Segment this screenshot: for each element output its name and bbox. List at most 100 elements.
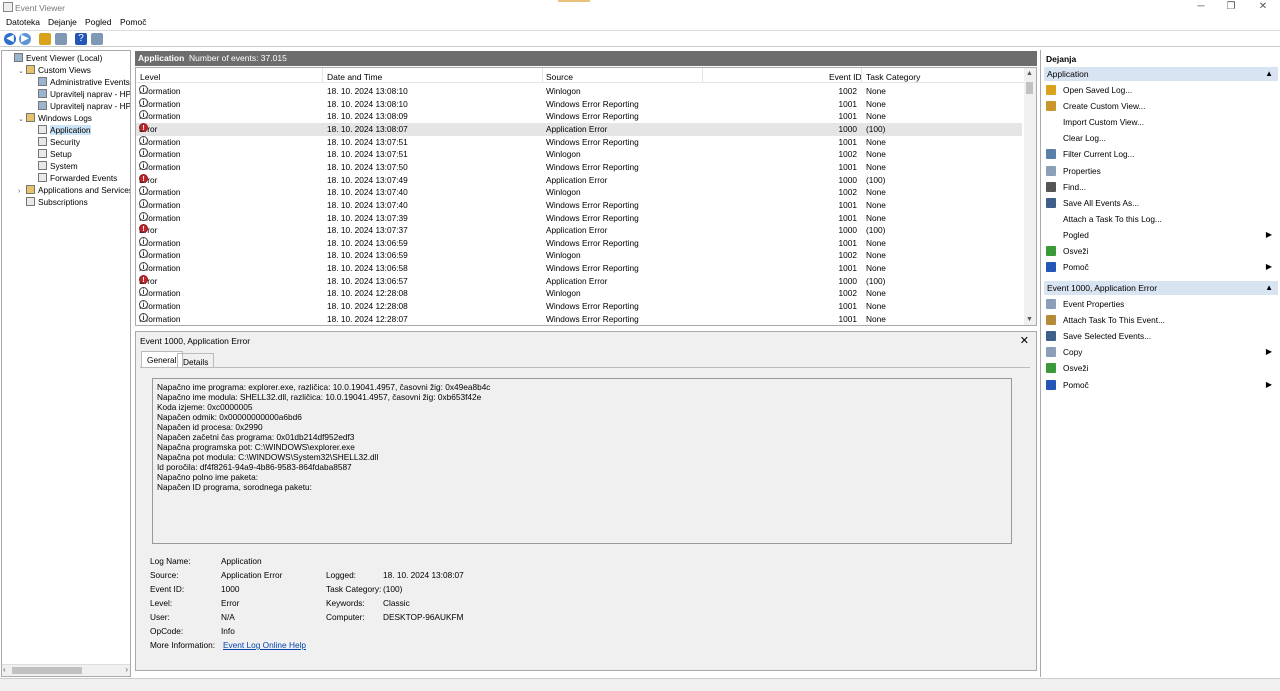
action-item[interactable]: Import Custom View... (1046, 115, 1274, 129)
forward-arrow-icon[interactable]: ▶ (19, 33, 31, 45)
action-item[interactable]: Attach a Task To this Log... (1046, 212, 1274, 226)
tree-item[interactable]: Event Viewer (Local) (6, 52, 102, 64)
menu-datoteka[interactable]: Datoteka (6, 17, 40, 27)
tree-item[interactable]: Upravitelj naprav - HP De (30, 100, 130, 112)
information-icon: i (139, 236, 148, 246)
action-item[interactable]: Create Custom View... (1046, 99, 1274, 113)
action-item[interactable]: Event Properties (1046, 297, 1274, 311)
error-icon: ! (139, 122, 148, 132)
tree-item[interactable]: Setup (30, 148, 72, 160)
tree-item-label: Upravitelj naprav - HP De (50, 89, 131, 99)
table-row[interactable]: i Information 18. 10. 2024 13:08:10 Windows… (136, 97, 1022, 111)
action-item[interactable]: Save All Events As... (1046, 196, 1274, 210)
tree-item[interactable]: ⌄ Windows Logs (18, 112, 92, 124)
close-window-button[interactable]: ✕ (1248, 0, 1278, 15)
table-row[interactable]: i Information 18. 10. 2024 12:28:08 Windows… (136, 300, 1022, 313)
table-row[interactable]: i Information 18. 10. 2024 12:28:07 Windows… (136, 312, 1022, 325)
action-item[interactable]: Filter Current Log... (1046, 147, 1274, 161)
event-list-scrollbar[interactable]: ▲ ▼ (1024, 68, 1036, 325)
show-hide-tree-icon[interactable] (55, 33, 67, 45)
column-task-category[interactable]: Task Category (866, 72, 920, 82)
action-item[interactable]: Pomoč ▶ (1046, 378, 1274, 392)
up-folder-icon[interactable] (39, 33, 51, 45)
tree-item-label: Event Viewer (Local) (26, 53, 103, 63)
action-item[interactable]: Clear Log... (1046, 131, 1274, 145)
table-row[interactable]: ! Error 18. 10. 2024 13:07:49 Application E… (136, 173, 1022, 187)
tree-item[interactable]: Application (30, 124, 91, 136)
open-log-icon (1046, 85, 1056, 95)
tree-item[interactable]: ⌄ Custom Views (18, 64, 91, 76)
scrollbar-thumb[interactable] (12, 667, 82, 674)
tab-details[interactable]: Details (177, 353, 215, 368)
actions-section-application[interactable]: Application ▲ (1044, 67, 1278, 81)
action-item[interactable]: Save Selected Events... (1046, 329, 1274, 343)
description-line: Napačno polno ime paketa: (157, 472, 259, 482)
attach-task-icon (1046, 315, 1056, 326)
column-source[interactable]: Source (546, 72, 573, 82)
table-row[interactable]: i Information 18. 10. 2024 13:06:58 Windows… (136, 262, 1022, 275)
action-item[interactable]: Pomoč ▶ (1046, 260, 1274, 274)
actions-section-event[interactable]: Event 1000, Application Error ▲ (1044, 281, 1278, 295)
actions-pane: Dejanja Application ▲ Open Saved Log... C… (1040, 50, 1280, 677)
table-row[interactable]: i Information 18. 10. 2024 13:08:10 Winlogo… (136, 85, 1022, 98)
table-row[interactable]: i Information 18. 10. 2024 13:07:40 Winlogo… (136, 186, 1022, 199)
table-row[interactable]: ! Error 18. 10. 2024 13:07:37 Application E… (136, 224, 1022, 237)
collapse-icon[interactable]: ▲ (1265, 67, 1273, 81)
show-hide-actions-icon[interactable] (91, 33, 103, 45)
table-row[interactable]: i Information 18. 10. 2024 13:07:39 Windows… (136, 211, 1022, 225)
tree-item[interactable]: Subscriptions (18, 196, 88, 208)
tree-item[interactable]: Upravitelj naprav - HP De (30, 88, 131, 100)
menu-pomoc[interactable]: Pomoč (120, 17, 146, 27)
maximize-button[interactable]: ❐ (1216, 0, 1246, 15)
menu-dejanje[interactable]: Dejanje (48, 17, 77, 27)
table-row[interactable]: i Information 18. 10. 2024 13:06:59 Winlogo… (136, 249, 1022, 262)
expand-chevron-icon[interactable]: ⌄ (18, 114, 26, 126)
label-more-information: More Information: (150, 640, 216, 650)
action-item[interactable]: Open Saved Log... (1046, 83, 1274, 97)
action-item[interactable]: Osveži (1046, 361, 1274, 375)
tree-item[interactable]: Security (30, 136, 80, 148)
label-opcode: OpCode: (150, 626, 184, 636)
help-icon[interactable]: ? (75, 33, 87, 45)
description-line: Napačen id procesa: 0x2990 (157, 422, 263, 432)
table-row[interactable]: i Information 18. 10. 2024 13:07:40 Windows… (136, 198, 1022, 212)
action-item[interactable]: Attach Task To This Event... (1046, 313, 1274, 327)
cell-event-id: 1000 (838, 174, 857, 185)
cell-source: Winlogon (546, 187, 581, 198)
tree-horizontal-scrollbar[interactable]: ‹ › (2, 664, 130, 676)
tree-item[interactable]: Administrative Events (30, 76, 130, 88)
table-row[interactable]: ! Error 18. 10. 2024 13:08:07 Application E… (136, 122, 1022, 136)
subscriptions-icon (26, 197, 35, 206)
action-item[interactable]: Find... (1046, 180, 1274, 194)
cell-level: i Information (139, 236, 181, 250)
close-detail-button[interactable]: ✕ (1020, 334, 1029, 347)
action-item[interactable]: Properties (1046, 164, 1274, 178)
column-event-id[interactable]: Event ID (829, 72, 862, 82)
tree-item[interactable]: System (30, 160, 78, 172)
table-row[interactable]: i Information 18. 10. 2024 13:07:51 Winlogo… (136, 148, 1022, 161)
scrollbar-thumb[interactable] (1026, 82, 1033, 94)
table-row[interactable]: ! Error 18. 10. 2024 13:06:57 Application E… (136, 274, 1022, 288)
cell-event-id: 1001 (838, 199, 857, 210)
back-arrow-icon[interactable]: ◀ (4, 33, 16, 45)
table-row[interactable]: i Information 18. 10. 2024 13:07:50 Windows… (136, 160, 1022, 174)
table-row[interactable]: i Information 18. 10. 2024 13:07:51 Windows… (136, 135, 1022, 149)
expand-chevron-icon[interactable]: ⌄ (18, 66, 26, 78)
tree-item[interactable]: ›Applications and Services Lo (18, 184, 130, 196)
information-icon: i (139, 312, 148, 322)
tree-item[interactable]: Forwarded Events (30, 172, 117, 184)
column-level[interactable]: Level (140, 72, 160, 82)
table-row[interactable]: i Information 18. 10. 2024 13:08:09 Windows… (136, 110, 1022, 123)
cell-level: i Information (139, 300, 181, 313)
action-item[interactable]: Osveži (1046, 244, 1274, 258)
minimize-button[interactable]: ─ (1186, 0, 1216, 15)
action-item[interactable]: Pogled ▶ (1046, 228, 1274, 242)
column-date-time[interactable]: Date and Time (327, 72, 382, 82)
event-log-online-help-link[interactable]: Event Log Online Help (223, 640, 306, 650)
collapse-icon[interactable]: ▲ (1265, 281, 1273, 295)
table-row[interactable]: i Information 18. 10. 2024 12:28:08 Winlogo… (136, 287, 1022, 300)
properties-icon (1046, 165, 1056, 176)
action-item[interactable]: Copy ▶ (1046, 345, 1274, 359)
menu-pogled[interactable]: Pogled (85, 17, 111, 27)
table-row[interactable]: i Information 18. 10. 2024 13:06:59 Windows… (136, 236, 1022, 250)
